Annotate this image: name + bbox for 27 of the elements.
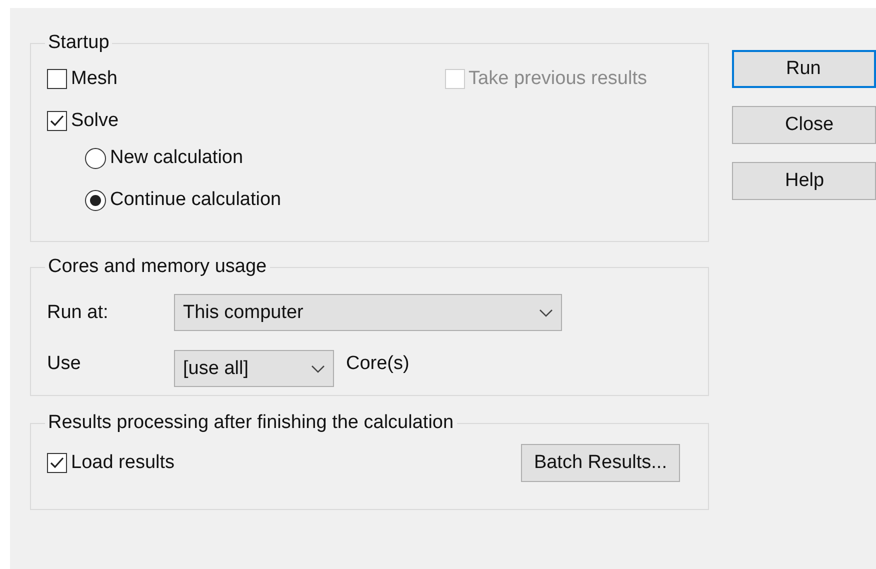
checkbox-label: Mesh bbox=[71, 68, 118, 90]
dialog-button[interactable]: Help bbox=[732, 162, 876, 200]
radio-button[interactable] bbox=[85, 148, 106, 168]
group-title: Results processing after finishing the calculation bbox=[47, 412, 455, 434]
dialog-button[interactable]: Close bbox=[732, 106, 876, 144]
batch-results-button[interactable]: Batch Results... bbox=[520, 444, 680, 482]
radio-button[interactable] bbox=[85, 190, 106, 210]
checkbox[interactable] bbox=[47, 453, 67, 473]
checkbox-label: Take previous results bbox=[468, 68, 647, 90]
check-icon bbox=[50, 115, 64, 127]
field-label: Use bbox=[47, 352, 82, 374]
checkbox-label: Load results bbox=[71, 452, 175, 474]
radio-label: Continue calculation bbox=[110, 189, 282, 211]
dialog-button[interactable]: Run bbox=[732, 50, 876, 88]
unit-label: Core(s) bbox=[346, 352, 410, 374]
group-title: Cores and memory usage bbox=[47, 256, 268, 278]
run-at-dropdown[interactable]: This computer bbox=[174, 294, 562, 331]
checkbox[interactable] bbox=[47, 111, 67, 131]
field-label: Run at: bbox=[47, 302, 110, 324]
group-title: Startup bbox=[47, 32, 110, 54]
radio-label: New calculation bbox=[110, 147, 244, 169]
chevron-down-icon bbox=[539, 308, 553, 316]
cores-dropdown[interactable]: [use all] bbox=[174, 350, 334, 387]
chevron-down-icon bbox=[311, 364, 325, 372]
checkbox[interactable] bbox=[47, 69, 67, 89]
checkbox-label: Solve bbox=[71, 110, 119, 132]
check-icon bbox=[50, 457, 64, 469]
